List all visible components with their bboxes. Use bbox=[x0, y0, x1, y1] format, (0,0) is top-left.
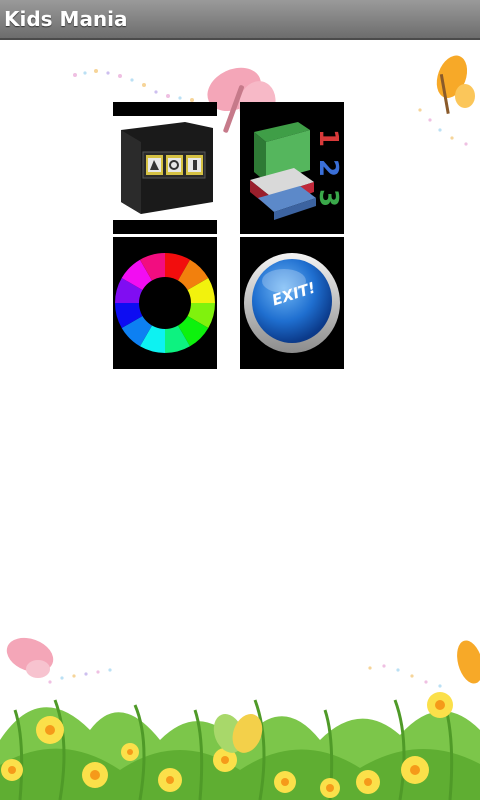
app-title: Kids Mania bbox=[4, 7, 128, 31]
numbers-button[interactable]: 1 2 3 bbox=[240, 102, 344, 234]
digit-2: 2 bbox=[313, 159, 343, 177]
digit-3: 3 bbox=[313, 189, 343, 207]
sparkle-trail-bottom-icon bbox=[48, 664, 442, 688]
exit-button-icon: EXIT! bbox=[240, 237, 344, 369]
photo-album-icon bbox=[113, 102, 217, 234]
color-wheel-icon bbox=[113, 237, 217, 369]
colors-button[interactable] bbox=[113, 237, 217, 369]
orange-butterfly-bottom-icon bbox=[457, 640, 480, 684]
digit-1: 1 bbox=[313, 129, 343, 147]
title-bar: Kids Mania bbox=[0, 0, 480, 40]
pink-butterfly-bottom-icon bbox=[6, 637, 54, 678]
orange-butterfly-icon bbox=[436, 55, 475, 114]
photo-album-button[interactable] bbox=[113, 102, 217, 234]
exit-button[interactable]: EXIT! bbox=[240, 237, 344, 369]
numbers-books-icon: 1 2 3 bbox=[240, 102, 344, 234]
